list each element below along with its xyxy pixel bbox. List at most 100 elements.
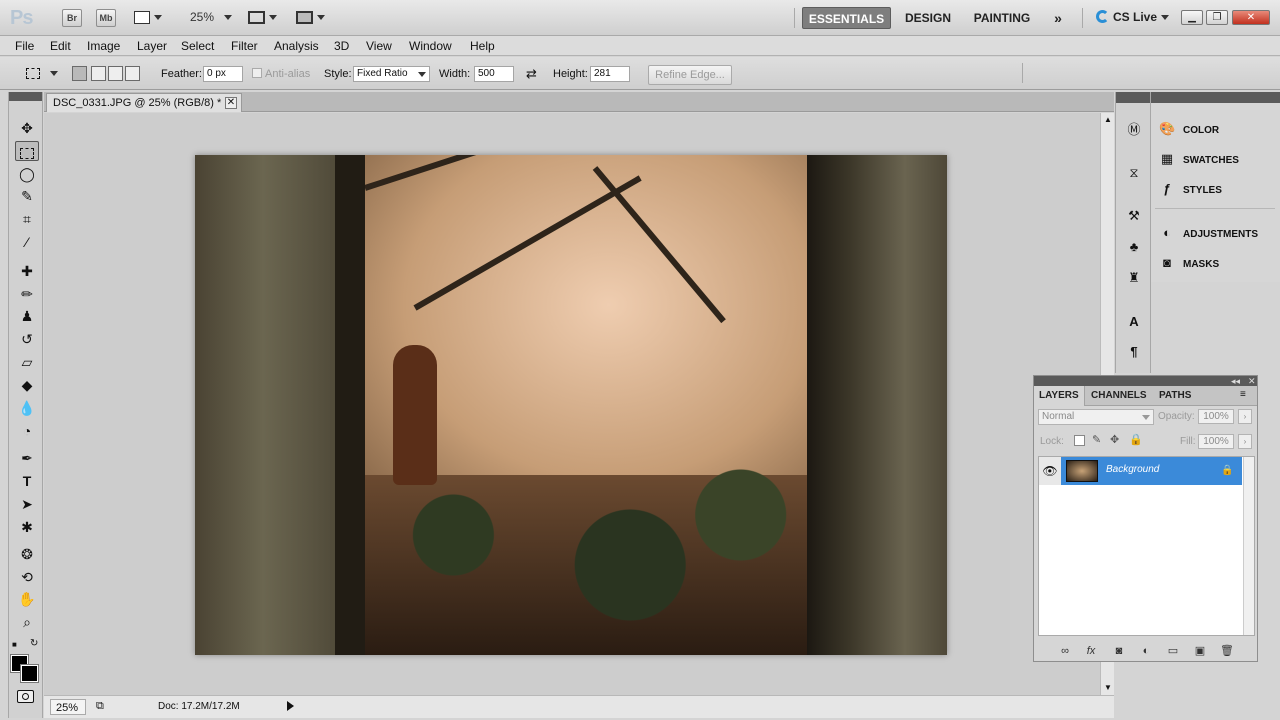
fill-arrow-icon[interactable]: ›: [1238, 434, 1252, 449]
3d-rotate-tool-icon[interactable]: ❂: [15, 544, 39, 564]
arrange-documents-dropdown[interactable]: [248, 10, 277, 26]
swap-width-height-icon[interactable]: ⇄: [526, 66, 537, 82]
status-zoom-field[interactable]: 25%: [50, 699, 86, 715]
maximize-window-button[interactable]: ❐: [1206, 10, 1228, 25]
brush-panel-icon[interactable]: ♣: [1124, 237, 1144, 257]
subtract-from-selection-icon[interactable]: [108, 66, 123, 81]
spot-healing-brush-icon[interactable]: ✚: [15, 261, 39, 281]
tab-paths[interactable]: PATHS: [1154, 386, 1196, 406]
eraser-tool-icon[interactable]: ▱: [15, 352, 39, 372]
status-menu-arrow-icon[interactable]: [287, 701, 294, 711]
type-tool-icon[interactable]: T: [15, 471, 39, 491]
new-group-icon[interactable]: ▭: [1164, 643, 1182, 659]
zoom-tool-icon[interactable]: ⌕: [15, 612, 39, 632]
styles-panel-tab[interactable]: ƒ STYLES: [1159, 177, 1279, 201]
panel-grip[interactable]: [1151, 92, 1280, 103]
menu-file[interactable]: File: [15, 39, 34, 53]
clone-source-panel-icon[interactable]: ♜: [1124, 268, 1144, 288]
feather-input[interactable]: 0 px: [203, 66, 243, 82]
new-layer-icon[interactable]: ▣: [1191, 643, 1209, 659]
default-colors-icon[interactable]: ■: [12, 640, 17, 649]
new-selection-mode-icon[interactable]: [72, 66, 87, 81]
tab-layers[interactable]: LAYERS: [1034, 386, 1085, 406]
height-input[interactable]: 281: [590, 66, 630, 82]
background-color-swatch[interactable]: [20, 664, 39, 683]
menu-window[interactable]: Window: [409, 39, 452, 53]
eyedropper-tool-icon[interactable]: ⁄: [15, 232, 39, 252]
menu-select[interactable]: Select: [181, 39, 214, 53]
custom-shape-tool-icon[interactable]: ✱: [15, 517, 39, 537]
clone-stamp-tool-icon[interactable]: ♟: [15, 306, 39, 326]
blur-tool-icon[interactable]: 💧: [15, 398, 39, 418]
layer-list-scrollbar[interactable]: [1243, 457, 1254, 635]
mini-bridge-button[interactable]: Mb: [96, 9, 116, 27]
fill-input[interactable]: 100%: [1198, 434, 1234, 449]
swap-colors-icon[interactable]: ↻: [30, 638, 38, 649]
history-brush-icon[interactable]: ↺: [15, 329, 39, 349]
lock-transparent-pixels-icon[interactable]: [1074, 435, 1085, 446]
minimize-window-button[interactable]: ▁: [1181, 10, 1203, 25]
document-image[interactable]: [195, 155, 947, 655]
lasso-tool-icon[interactable]: ◯: [15, 164, 39, 184]
brush-tool-icon[interactable]: ✏: [15, 284, 39, 304]
layer-style-icon[interactable]: fx: [1082, 643, 1100, 659]
close-document-icon[interactable]: ✕: [225, 97, 237, 109]
status-preview-icon[interactable]: ⧉: [96, 700, 104, 713]
opacity-arrow-icon[interactable]: ›: [1238, 409, 1252, 424]
paragraph-panel-icon[interactable]: ¶: [1124, 342, 1144, 362]
intersect-selection-icon[interactable]: [125, 66, 140, 81]
tab-channels[interactable]: CHANNELS: [1086, 386, 1152, 406]
crop-tool-icon[interactable]: ⌗: [15, 209, 39, 229]
more-workspaces-button[interactable]: »: [1046, 7, 1070, 29]
menu-view[interactable]: View: [366, 39, 392, 53]
pen-tool-icon[interactable]: ✒: [15, 448, 39, 468]
masks-panel-tab[interactable]: ◙ MASKS: [1159, 251, 1279, 275]
zoom-level-dropdown[interactable]: 25%: [190, 10, 233, 26]
rectangular-marquee-tool-icon[interactable]: [15, 141, 39, 161]
menu-image[interactable]: Image: [87, 39, 120, 53]
menu-3d[interactable]: 3D: [334, 39, 349, 53]
hand-tool-icon[interactable]: ✋: [15, 589, 39, 609]
panel-grip[interactable]: [9, 92, 42, 101]
lock-image-pixels-icon[interactable]: ✎: [1092, 433, 1101, 446]
eye-icon[interactable]: 👁: [1039, 457, 1061, 485]
scroll-down-icon[interactable]: ▼: [1104, 683, 1112, 692]
quick-mask-icon[interactable]: [17, 690, 34, 703]
new-adjustment-layer-icon[interactable]: ◐: [1137, 643, 1155, 659]
3d-orbit-tool-icon[interactable]: ⟲: [15, 567, 39, 587]
menu-analysis[interactable]: Analysis: [274, 39, 319, 53]
swatches-panel-tab[interactable]: ▦ SWATCHES: [1159, 147, 1279, 171]
menu-layer[interactable]: Layer: [137, 39, 167, 53]
blend-mode-select[interactable]: Normal: [1038, 409, 1154, 425]
quick-selection-tool-icon[interactable]: ✎: [15, 186, 39, 206]
screen-mode-dropdown[interactable]: [296, 10, 325, 26]
mini-bridge-panel-icon[interactable]: Ⓜ: [1124, 120, 1144, 140]
workspace-painting[interactable]: PAINTING: [966, 7, 1038, 29]
workspace-design[interactable]: DESIGN: [898, 7, 958, 29]
menu-help[interactable]: Help: [470, 39, 495, 53]
dodge-tool-icon[interactable]: ◔: [15, 421, 39, 441]
workspace-essentials[interactable]: ESSENTIALS: [802, 7, 891, 29]
move-tool-icon[interactable]: ✥: [15, 118, 39, 138]
color-panel-tab[interactable]: 🎨 COLOR: [1159, 117, 1279, 141]
scroll-up-icon[interactable]: ▲: [1104, 115, 1112, 124]
width-input[interactable]: 500: [474, 66, 514, 82]
character-panel-icon[interactable]: A: [1124, 312, 1144, 332]
lock-position-icon[interactable]: ✥: [1110, 433, 1119, 446]
link-layers-icon[interactable]: ∞: [1056, 643, 1074, 659]
path-selection-tool-icon[interactable]: ➤: [15, 494, 39, 514]
delete-layer-icon[interactable]: 🗑: [1218, 643, 1236, 659]
adjustments-panel-tab[interactable]: ◐ ADJUSTMENTS: [1159, 221, 1279, 245]
panel-grip[interactable]: [1116, 92, 1150, 103]
document-tab[interactable]: DSC_0331.JPG @ 25% (RGB/8) * ✕: [46, 93, 242, 112]
view-extras-dropdown[interactable]: [134, 10, 162, 26]
close-window-button[interactable]: ✕: [1232, 10, 1270, 25]
bridge-button[interactable]: Br: [62, 9, 82, 27]
menu-filter[interactable]: Filter: [231, 39, 258, 53]
tool-preset-picker[interactable]: [22, 65, 60, 83]
menu-edit[interactable]: Edit: [50, 39, 71, 53]
opacity-input[interactable]: 100%: [1198, 409, 1234, 424]
lock-all-icon[interactable]: 🔒: [1129, 433, 1143, 446]
panel-grip[interactable]: [1034, 376, 1257, 386]
add-mask-icon[interactable]: ◙: [1110, 643, 1128, 659]
